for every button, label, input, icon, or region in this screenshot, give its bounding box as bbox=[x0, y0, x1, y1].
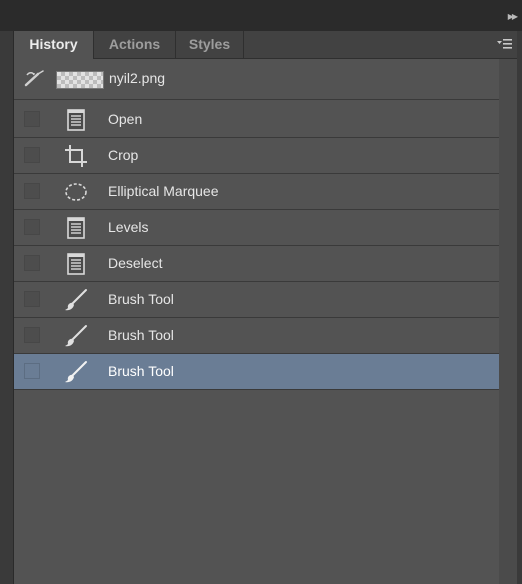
history-item-label: Brush Tool bbox=[108, 363, 174, 379]
history-item-crop[interactable]: Crop bbox=[14, 138, 499, 174]
history-source-checkbox[interactable] bbox=[24, 183, 40, 199]
panel-menu-icon[interactable] bbox=[497, 38, 513, 52]
history-list: Open Crop Elliptical Marquee Levels Dese… bbox=[14, 102, 499, 390]
history-item-label: Levels bbox=[108, 219, 149, 235]
tab-actions[interactable]: Actions bbox=[94, 31, 176, 58]
history-item-label: Brush Tool bbox=[108, 291, 174, 307]
history-source-checkbox[interactable] bbox=[24, 363, 40, 379]
document-icon bbox=[64, 108, 88, 132]
history-source-checkbox[interactable] bbox=[24, 111, 40, 127]
crop-icon bbox=[64, 144, 88, 168]
history-item-label: Crop bbox=[108, 147, 139, 163]
history-item-brush-tool-current[interactable]: Brush Tool bbox=[14, 354, 499, 390]
history-item-label: Deselect bbox=[108, 255, 163, 271]
history-item-label: Brush Tool bbox=[108, 327, 174, 343]
brush-icon bbox=[64, 324, 88, 348]
tab-styles[interactable]: Styles bbox=[176, 31, 244, 58]
history-item-brush-tool[interactable]: Brush Tool bbox=[14, 282, 499, 318]
history-item-label: Open bbox=[108, 111, 143, 127]
document-icon bbox=[64, 252, 88, 276]
history-source-checkbox[interactable] bbox=[24, 219, 40, 235]
history-source-checkbox[interactable] bbox=[24, 327, 40, 343]
elliptical-marquee-icon bbox=[64, 180, 88, 204]
history-item-levels[interactable]: Levels bbox=[14, 210, 499, 246]
panel-tab-bar: History Actions Styles bbox=[14, 31, 517, 59]
history-item-brush-tool[interactable]: Brush Tool bbox=[14, 318, 499, 354]
brush-icon bbox=[64, 360, 88, 384]
history-item-elliptical-marquee[interactable]: Elliptical Marquee bbox=[14, 174, 499, 210]
snapshot-label: nyil2.png bbox=[109, 70, 166, 86]
snapshot-thumbnail bbox=[56, 71, 104, 89]
history-source-checkbox[interactable] bbox=[24, 255, 40, 271]
panel-dock-header: ▶▶ bbox=[0, 0, 522, 31]
double-chevron-right-icon[interactable]: ▶▶ bbox=[508, 13, 518, 21]
history-item-label: Elliptical Marquee bbox=[108, 183, 219, 199]
document-icon bbox=[64, 216, 88, 240]
history-source-checkbox[interactable] bbox=[24, 291, 40, 307]
brush-icon bbox=[64, 288, 88, 312]
scrollbar-track[interactable] bbox=[499, 59, 517, 584]
history-panel: History Actions Styles nyil2.png Open Cr… bbox=[13, 31, 517, 584]
history-item-deselect[interactable]: Deselect bbox=[14, 246, 499, 282]
history-source-checkbox[interactable] bbox=[24, 147, 40, 163]
tab-history[interactable]: History bbox=[14, 31, 94, 59]
history-brush-icon[interactable] bbox=[24, 70, 46, 93]
snapshot-row[interactable]: nyil2.png bbox=[14, 59, 499, 100]
history-item-open[interactable]: Open bbox=[14, 102, 499, 138]
